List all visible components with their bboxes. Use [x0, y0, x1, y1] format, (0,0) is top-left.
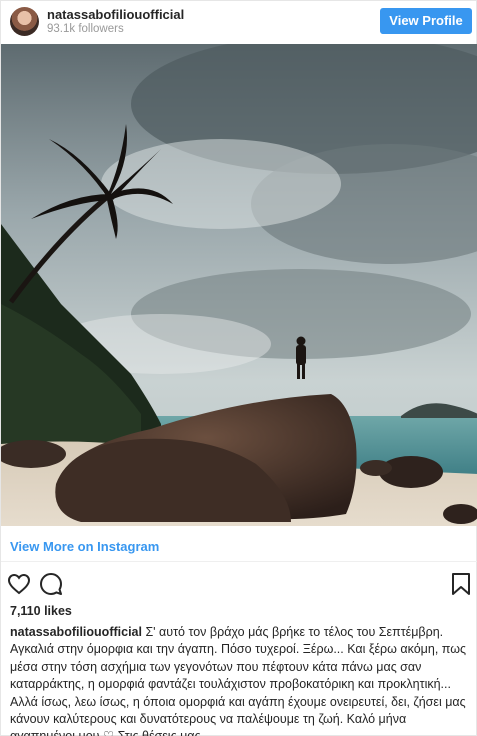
follower-count: 93.1k followers — [47, 23, 124, 35]
view-profile-button[interactable]: View Profile — [380, 8, 472, 34]
heart-icon[interactable] — [7, 572, 31, 596]
instagram-embed-card: natassabofiliouofficial 93.1k followers … — [0, 0, 477, 736]
profile-avatar[interactable] — [10, 7, 39, 36]
comment-icon[interactable] — [39, 572, 63, 596]
bookmark-icon[interactable] — [450, 572, 472, 596]
divider — [1, 561, 477, 562]
post-caption: natassabofiliouofficial Σ' αυτό τον βράχ… — [10, 624, 472, 736]
view-more-link[interactable]: View More on Instagram — [10, 539, 159, 554]
like-count[interactable]: 7,110 likes — [10, 604, 72, 618]
post-photo[interactable] — [1, 44, 477, 526]
caption-text: Σ' αυτό τον βράχο μάς βρήκε το τέλος του… — [10, 625, 466, 736]
action-bar — [1, 569, 477, 599]
caption-username[interactable]: natassabofiliouofficial — [10, 625, 142, 639]
profile-username[interactable]: natassabofiliouofficial — [47, 7, 184, 22]
post-header: natassabofiliouofficial 93.1k followers … — [1, 1, 477, 43]
